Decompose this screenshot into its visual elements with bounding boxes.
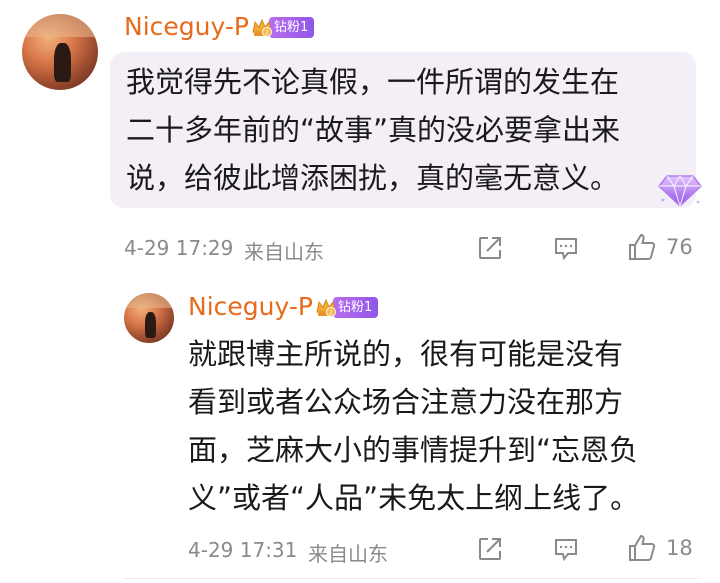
fan-badge[interactable]: 2 钻粉1	[251, 15, 315, 39]
share-icon	[476, 234, 504, 262]
comment-username[interactable]: Niceguy-P	[124, 12, 249, 41]
like-count: 18	[666, 536, 693, 560]
comment-location: 来自山东	[244, 240, 324, 264]
divider	[124, 578, 698, 579]
reply-line: 面，芝麻大小的事情提升到“忘恩负	[188, 433, 639, 467]
reply-icon	[552, 535, 580, 563]
reply-location: 来自山东	[308, 542, 388, 566]
reply-username[interactable]: Niceguy-P	[188, 292, 313, 321]
like-icon	[626, 532, 658, 564]
svg-text:2: 2	[265, 29, 269, 37]
reply-line: 义”或者“人品”未免太上纲上线了。	[188, 481, 640, 515]
like-button[interactable]: 76	[626, 231, 693, 263]
avatar[interactable]	[124, 293, 174, 343]
reply-icon	[552, 234, 580, 262]
comment-timestamp: 4-29 17:29	[124, 236, 234, 260]
share-button[interactable]	[476, 234, 504, 262]
fan-badge-label: 钻粉1	[269, 16, 315, 38]
fan-badge[interactable]: 2 钻粉1	[315, 295, 379, 319]
fan-badge-label: 钻粉1	[333, 296, 379, 318]
like-count: 76	[666, 235, 693, 259]
share-icon	[476, 535, 504, 563]
reply-line: 看到或者公众场合注意力没在那方	[188, 385, 624, 419]
crown-icon: 2	[315, 296, 337, 318]
reply-button[interactable]	[552, 535, 580, 563]
diamond-badge-icon	[655, 168, 705, 210]
svg-text:2: 2	[329, 309, 333, 317]
comment-line: 二十多年前的“故事”真的没必要拿出来	[126, 113, 621, 147]
reply-timestamp: 4-29 17:31	[188, 538, 298, 562]
share-button[interactable]	[476, 535, 504, 563]
avatar[interactable]	[22, 14, 98, 90]
comment-line: 我觉得先不论真假，一件所谓的发生在	[126, 65, 620, 99]
comment-line: 说，给彼此增添困扰，真的毫无意义。	[126, 161, 620, 195]
reply-button[interactable]	[552, 234, 580, 262]
like-button[interactable]: 18	[626, 532, 693, 564]
like-icon	[626, 231, 658, 263]
crown-icon: 2	[251, 16, 273, 38]
reply-line: 就跟博主所说的，很有可能是没有	[188, 337, 624, 371]
